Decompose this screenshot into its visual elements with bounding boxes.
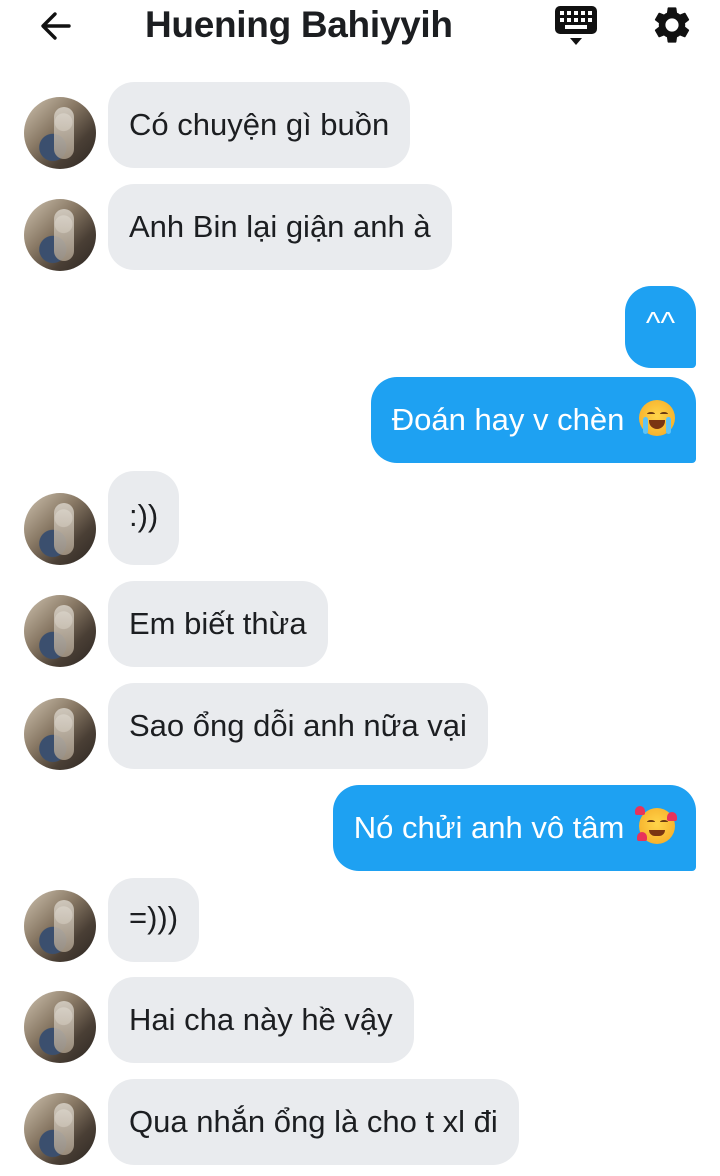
message-row: Đoán hay v chèn	[0, 377, 720, 463]
message-text: Đoán hay v chèn	[391, 402, 625, 437]
message-text: Anh Bin lại giận anh à	[129, 209, 431, 244]
avatar[interactable]	[24, 698, 96, 770]
avatar[interactable]	[24, 97, 96, 169]
contact-name: Huening Bahiyyih	[145, 4, 453, 45]
message-text: Có chuyện gì buồn	[129, 107, 390, 142]
incoming-message-bubble[interactable]: :))	[108, 471, 180, 565]
incoming-message-bubble[interactable]: Qua nhắn ổng là cho t xl đi	[108, 1079, 519, 1165]
outgoing-message-bubble[interactable]: Đoán hay v chèn	[370, 377, 696, 463]
avatar[interactable]	[24, 493, 96, 565]
message-row: Qua nhắn ổng là cho t xl đi	[0, 1079, 720, 1165]
message-text: Hai cha này hề vậy	[129, 1002, 393, 1037]
keyboard-button[interactable]	[553, 4, 599, 48]
message-row: Sao ổng dỗi anh nữa vại	[0, 683, 720, 770]
message-text: =)))	[129, 900, 179, 935]
smiling-face-with-hearts-icon	[635, 806, 677, 844]
avatar[interactable]	[24, 199, 96, 271]
incoming-message-bubble[interactable]: Anh Bin lại giận anh à	[108, 184, 452, 270]
message-row: ^^	[0, 286, 720, 368]
settings-button[interactable]	[650, 3, 694, 47]
loudly-crying-face-icon	[639, 400, 675, 436]
outgoing-message-bubble[interactable]: Nó chửi anh vô tâm	[332, 785, 696, 871]
message-row: Hai cha này hề vậy	[0, 977, 720, 1063]
message-text: Nó chửi anh vô tâm	[353, 810, 625, 845]
gear-icon	[654, 7, 690, 43]
message-row: Anh Bin lại giận anh à	[0, 184, 720, 271]
message-row: =)))	[0, 878, 720, 962]
message-text: Em biết thừa	[129, 606, 307, 641]
chat-header: Huening Bahiyyih	[0, 0, 720, 60]
message-row: Nó chửi anh vô tâm	[0, 785, 720, 871]
message-row: Có chuyện gì buồn	[0, 82, 720, 169]
avatar[interactable]	[24, 890, 96, 962]
incoming-message-bubble[interactable]: =)))	[108, 878, 200, 962]
arrow-left-icon	[41, 12, 71, 40]
avatar[interactable]	[24, 595, 96, 667]
message-text: Sao ổng dỗi anh nữa vại	[129, 708, 467, 743]
avatar[interactable]	[24, 1093, 96, 1165]
message-list[interactable]: Có chuyện gì buồn Anh Bin lại giận anh à…	[0, 60, 720, 1176]
message-text: :))	[129, 498, 159, 533]
message-row: :))	[0, 471, 720, 565]
incoming-message-bubble[interactable]: Có chuyện gì buồn	[108, 82, 411, 168]
incoming-message-bubble[interactable]: Em biết thừa	[108, 581, 328, 667]
message-text: Qua nhắn ổng là cho t xl đi	[129, 1104, 498, 1139]
keyboard-icon	[555, 6, 597, 45]
avatar[interactable]	[24, 991, 96, 1063]
incoming-message-bubble[interactable]: Hai cha này hề vậy	[108, 977, 414, 1063]
incoming-message-bubble[interactable]: Sao ổng dỗi anh nữa vại	[108, 683, 488, 769]
outgoing-message-bubble[interactable]: ^^	[624, 286, 696, 368]
message-row: Em biết thừa	[0, 581, 720, 667]
back-button[interactable]	[36, 6, 76, 46]
message-text: ^^	[645, 305, 675, 340]
